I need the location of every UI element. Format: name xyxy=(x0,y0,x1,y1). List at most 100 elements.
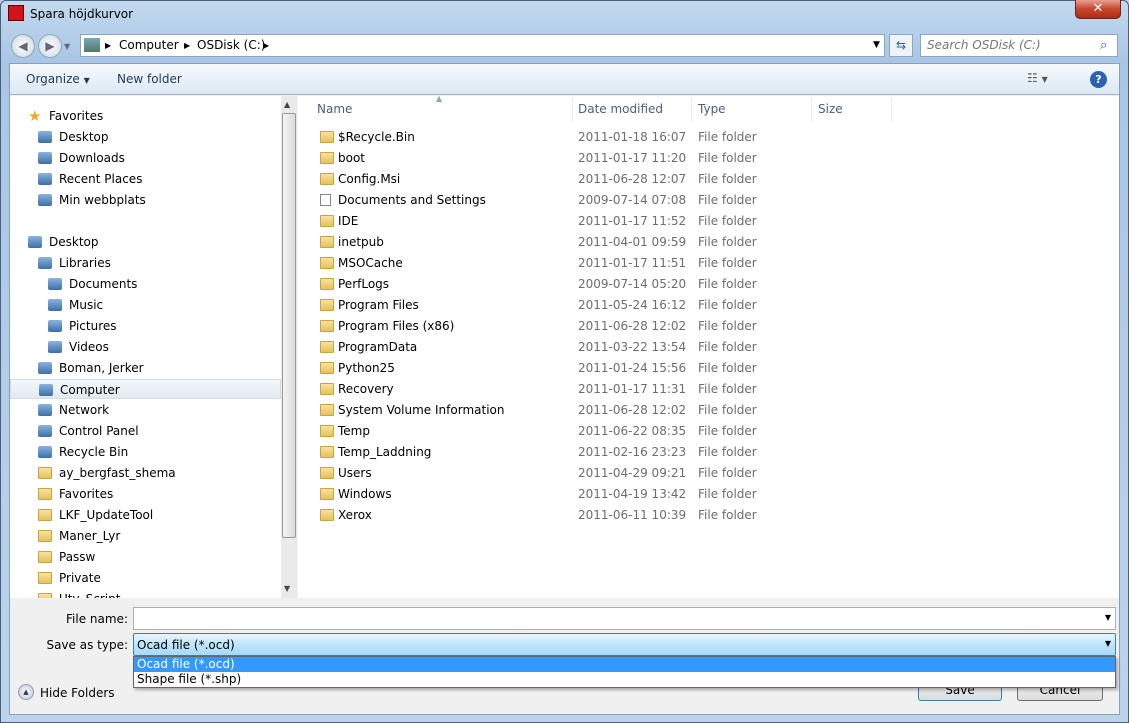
nav-item-label: LKF_UpdateTool xyxy=(59,508,154,522)
nav-item[interactable]: ay_bergfast_shema xyxy=(10,463,281,483)
file-row[interactable]: ProgramData 2011-03-22 13:54 File folder xyxy=(316,337,876,357)
organize-button[interactable]: Organize ▼ xyxy=(26,72,90,86)
scroll-up-icon[interactable]: ▲ xyxy=(284,100,290,109)
scroll-thumb[interactable] xyxy=(282,113,296,538)
nav-item[interactable]: ★ Favorites xyxy=(10,106,281,126)
nav-item[interactable]: Desktop xyxy=(10,232,281,252)
column-header-size[interactable]: Size xyxy=(812,97,892,121)
app-icon xyxy=(8,5,24,21)
save-as-type-select[interactable]: Ocad file (*.ocd) ▼ xyxy=(133,633,1116,656)
file-name: MSOCache xyxy=(338,256,403,270)
shortcut-folder-icon xyxy=(320,194,331,206)
file-row[interactable]: Temp 2011-06-22 08:35 File folder xyxy=(316,421,876,441)
file-row[interactable]: Users 2011-04-29 09:21 File folder xyxy=(316,463,876,483)
network-icon xyxy=(38,404,52,416)
column-header-date[interactable]: Date modified xyxy=(572,97,692,121)
file-row[interactable]: Xerox 2011-06-11 10:39 File folder xyxy=(316,505,876,525)
file-name: ProgramData xyxy=(338,340,418,354)
folder-icon xyxy=(38,572,52,584)
nav-item[interactable]: Documents xyxy=(10,274,281,294)
file-date: 2011-06-28 12:07 xyxy=(578,172,687,186)
option-ocad[interactable]: Ocad file (*.ocd) xyxy=(134,657,1115,672)
nav-item[interactable]: Recycle Bin xyxy=(10,442,281,462)
column-header-name[interactable]: Name xyxy=(311,97,573,121)
file-row[interactable]: Temp_Laddning 2011-02-16 23:23 File fold… xyxy=(316,442,876,462)
back-button[interactable]: ◀ xyxy=(11,34,35,58)
folder-icon xyxy=(320,362,334,374)
file-row[interactable]: PerfLogs 2009-07-14 05:20 File folder xyxy=(316,274,876,294)
search-input[interactable]: Search OSDisk (C:) xyxy=(920,34,1118,57)
nav-item[interactable]: Passw xyxy=(10,547,281,567)
file-date: 2011-01-17 11:52 xyxy=(578,214,687,228)
address-dropdown-icon[interactable]: ▼ xyxy=(873,35,880,56)
nav-item[interactable]: Videos xyxy=(10,337,281,357)
nav-item[interactable]: Private xyxy=(10,568,281,588)
file-row[interactable]: Python25 2011-01-24 15:56 File folder xyxy=(316,358,876,378)
file-type: File folder xyxy=(698,193,757,207)
toolbar: Organize ▼ New folder ☷ ▼ ? xyxy=(10,64,1119,95)
file-row[interactable]: Program Files 2011-05-24 16:12 File fold… xyxy=(316,295,876,315)
nav-item[interactable]: Recent Places xyxy=(10,169,281,189)
nav-item-label: Computer xyxy=(60,383,120,397)
file-row[interactable]: Recovery 2011-01-17 11:31 File folder xyxy=(316,379,876,399)
recent-places-icon xyxy=(38,173,52,185)
nav-item[interactable]: Pictures xyxy=(10,316,281,336)
hide-folders-button[interactable]: Hide Folders xyxy=(40,686,115,700)
close-button[interactable]: ✕ xyxy=(1075,0,1121,19)
file-row[interactable]: inetpub 2011-04-01 09:59 File folder xyxy=(316,232,876,252)
breadcrumb-osdisk[interactable]: OSDisk (C:) xyxy=(197,35,265,56)
star-icon: ★ xyxy=(28,107,42,125)
view-options-button[interactable]: ☷ ▼ xyxy=(1027,71,1048,85)
file-name: Python25 xyxy=(338,361,395,375)
file-row[interactable]: Config.Msi 2011-06-28 12:07 File folder xyxy=(316,169,876,189)
chevron-down-icon: ▼ xyxy=(83,76,90,85)
column-header-type[interactable]: Type xyxy=(692,97,812,121)
new-folder-button[interactable]: New folder xyxy=(117,72,182,86)
scroll-down-icon[interactable]: ▼ xyxy=(284,584,290,593)
file-row[interactable]: IDE 2011-01-17 11:52 File folder xyxy=(316,211,876,231)
nav-item[interactable]: Downloads xyxy=(10,148,281,168)
nav-item[interactable]: Boman, Jerker xyxy=(10,358,281,378)
address-bar[interactable]: ▶ Computer ▶ OSDisk (C:) ▶ ▼ xyxy=(80,34,885,57)
file-row[interactable]: Program Files (x86) 2011-06-28 12:02 Fil… xyxy=(316,316,876,336)
file-date: 2011-04-29 09:21 xyxy=(578,466,687,480)
file-row[interactable]: Documents and Settings 2009-07-14 07:08 … xyxy=(316,190,876,210)
help-icon[interactable]: ? xyxy=(1090,71,1107,88)
forward-button[interactable]: ▶ xyxy=(38,34,62,58)
nav-item-label: Network xyxy=(59,403,110,417)
folder-icon xyxy=(320,299,334,311)
nav-item[interactable]: Network xyxy=(10,400,281,420)
breadcrumb-computer[interactable]: Computer xyxy=(119,35,179,56)
nav-item[interactable]: Control Panel xyxy=(10,421,281,441)
folder-icon xyxy=(38,551,52,563)
file-name: System Volume Information xyxy=(338,403,505,417)
nav-item[interactable]: Min webbplats xyxy=(10,190,281,210)
file-name-input[interactable]: ▼ xyxy=(133,607,1116,630)
file-date: 2011-06-28 12:02 xyxy=(578,319,687,333)
file-row[interactable]: $Recycle.Bin 2011-01-18 16:07 File folde… xyxy=(316,127,876,147)
option-shape[interactable]: Shape file (*.shp) xyxy=(134,672,1115,687)
nav-item[interactable]: LKF_UpdateTool xyxy=(10,505,281,525)
nav-item[interactable]: Music xyxy=(10,295,281,315)
folder-icon xyxy=(320,215,334,227)
chevron-down-icon[interactable]: ▼ xyxy=(1105,613,1111,622)
recent-pages-dropdown[interactable]: ▼ xyxy=(64,42,70,51)
file-date: 2011-01-18 16:07 xyxy=(578,130,687,144)
file-date: 2011-04-19 13:42 xyxy=(578,487,687,501)
nav-item[interactable]: Libraries xyxy=(10,253,281,273)
file-row[interactable]: boot 2011-01-17 11:20 File folder xyxy=(316,148,876,168)
organize-label: Organize xyxy=(26,72,80,86)
file-row[interactable]: Windows 2011-04-19 13:42 File folder xyxy=(316,484,876,504)
hide-folders-icon[interactable]: ▲ xyxy=(18,684,34,700)
file-row[interactable]: MSOCache 2011-01-17 11:51 File folder xyxy=(316,253,876,273)
nav-scrollbar[interactable]: ▲ ▼ xyxy=(281,96,297,598)
nav-item[interactable]: Favorites xyxy=(10,484,281,504)
nav-item[interactable]: Desktop xyxy=(10,127,281,147)
file-row[interactable]: System Volume Information 2011-06-28 12:… xyxy=(316,400,876,420)
nav-item[interactable]: Computer xyxy=(10,379,281,399)
computer-icon xyxy=(39,384,53,396)
search-icon[interactable]: ⌕ xyxy=(1100,38,1107,53)
nav-item[interactable]: Utv_Script xyxy=(10,589,281,598)
refresh-button[interactable]: ⇆ xyxy=(889,34,913,57)
nav-item[interactable]: Maner_Lyr xyxy=(10,526,281,546)
